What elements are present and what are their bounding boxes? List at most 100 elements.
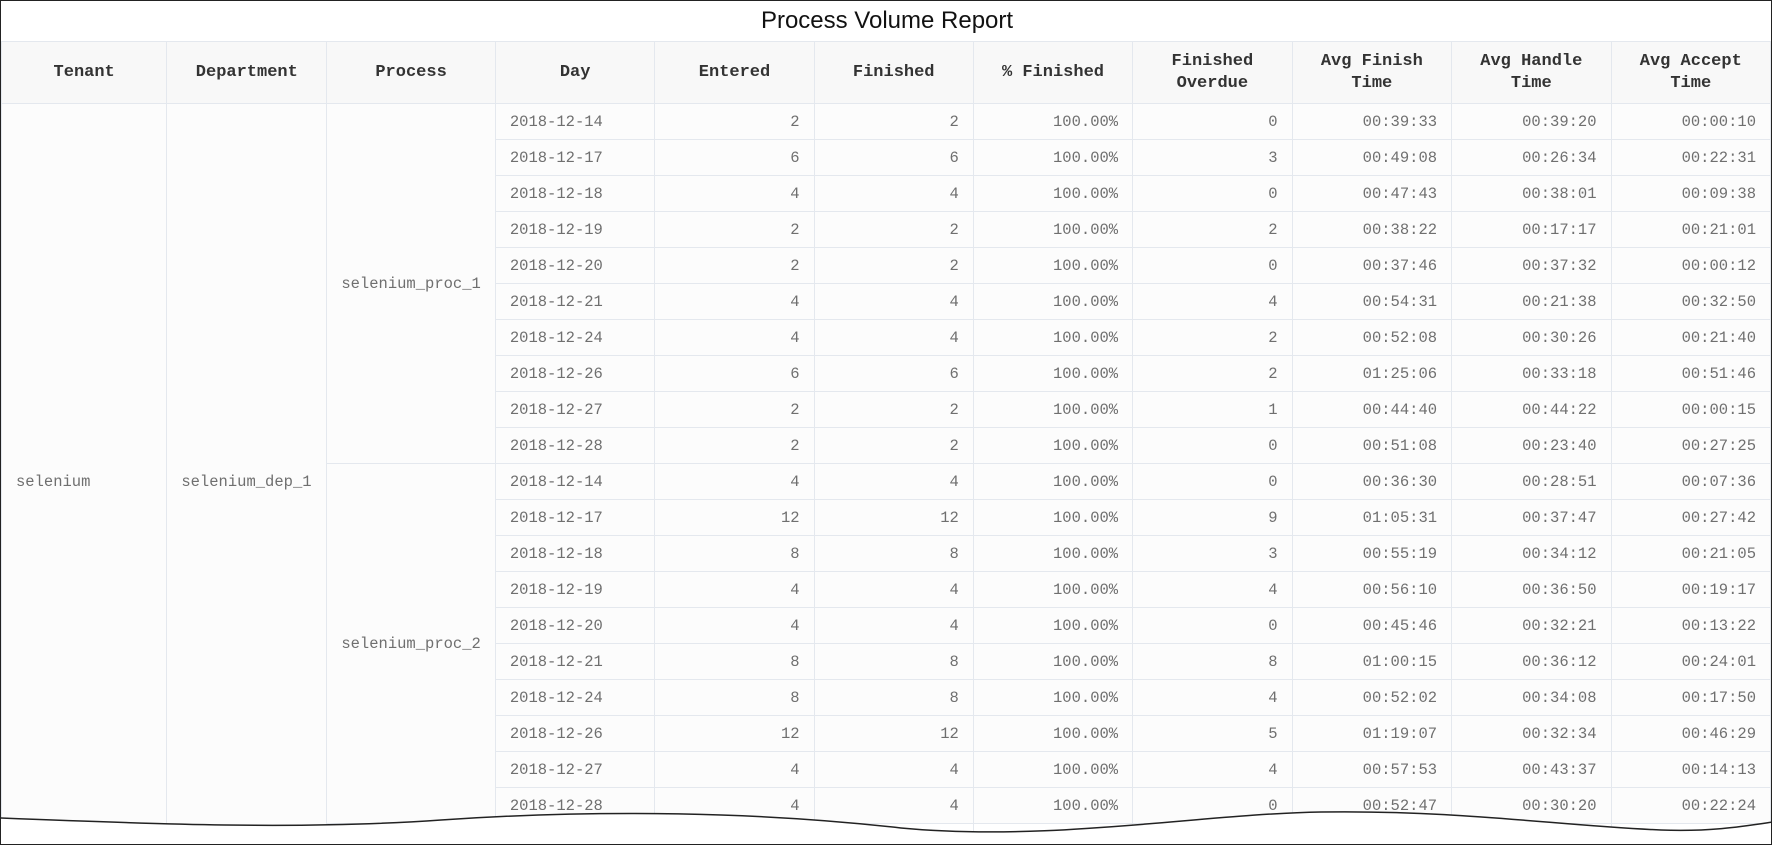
avg-handle-time-cell: 00:44:22 — [1451, 391, 1612, 428]
col-header-avg-accept-time[interactable]: Avg Accept Time — [1610, 41, 1771, 104]
pct-finished-cell: 100.00% — [972, 427, 1134, 464]
pct-finished-cell: 100.00% — [972, 175, 1134, 212]
finished-overdue-cell: 3 — [1132, 535, 1293, 572]
col-header-pct-finished[interactable]: % Finished — [972, 41, 1134, 104]
pct-finished-cell: 100.00% — [972, 463, 1134, 500]
avg-finish-time-cell: 00:49:08 — [1291, 139, 1453, 176]
day-cell: 2018-12-20 — [494, 607, 656, 644]
finished-overdue-cell: 4 — [1132, 679, 1293, 716]
avg-handle-time-cell: 00:37:32 — [1451, 247, 1612, 284]
finished-overdue-cell: 5 — [1132, 715, 1293, 752]
col-header-process[interactable]: Process — [326, 41, 496, 104]
day-cell: 2018-12-27 — [494, 391, 656, 428]
finished-cell: 4 — [813, 319, 974, 356]
avg-accept-time-cell: 00:27:25 — [1610, 427, 1771, 464]
entered-cell: 2 — [654, 391, 815, 428]
entered-cell: 4 — [654, 175, 815, 212]
avg-finish-time-cell: 01:00:15 — [1291, 643, 1453, 680]
finished-overdue-cell: 0 — [1132, 247, 1293, 284]
process-cell: selenium_proc_1 — [326, 103, 496, 464]
avg-handle-time-cell: 00:34:12 — [1451, 535, 1612, 572]
avg-handle-time-cell: 00:32:21 — [1451, 607, 1612, 644]
finished-cell: 2 — [813, 427, 974, 464]
pct-finished-cell: 100.00% — [972, 715, 1134, 752]
entered-cell: 12 — [654, 715, 815, 752]
col-header-finished[interactable]: Finished — [813, 41, 974, 104]
entered-cell: 4 — [654, 319, 815, 356]
finished-overdue-cell: 2 — [1132, 319, 1293, 356]
finished-overdue-cell: 0 — [1132, 175, 1293, 212]
entered-cell: 2 — [654, 103, 815, 140]
avg-accept-time-cell: 00:51:46 — [1610, 355, 1771, 392]
avg-accept-time-cell: 00:07:36 — [1610, 463, 1771, 500]
col-header-avg-handle-time[interactable]: Avg Handle Time — [1451, 41, 1612, 104]
finished-cell: 4 — [813, 571, 974, 608]
avg-finish-time-cell: 00:38:22 — [1291, 211, 1453, 248]
avg-finish-time-cell: 00:55:19 — [1291, 535, 1453, 572]
avg-handle-time-cell: 00:43:37 — [1451, 751, 1612, 788]
finished-overdue-cell: 4 — [1132, 571, 1293, 608]
entered-cell: 6 — [654, 355, 815, 392]
col-header-entered[interactable]: Entered — [654, 41, 815, 104]
pct-finished-cell: 100.00% — [972, 247, 1134, 284]
entered-cell: 2 — [654, 427, 815, 464]
col-header-day[interactable]: Day — [494, 41, 656, 104]
finished-overdue-cell: 4 — [1132, 283, 1293, 320]
avg-finish-time-cell: 00:36:30 — [1291, 463, 1453, 500]
entered-cell: 8 — [654, 535, 815, 572]
avg-finish-time-cell: 01:05:31 — [1291, 499, 1453, 536]
finished-cell: 2 — [813, 391, 974, 428]
avg-finish-time-cell: 00:57:53 — [1291, 751, 1453, 788]
day-cell: 2018-12-26 — [494, 355, 656, 392]
entered-cell: 8 — [654, 643, 815, 680]
day-cell: 2018-12-21 — [494, 283, 656, 320]
finished-cell: 2 — [813, 247, 974, 284]
day-cell: 2018-12-18 — [494, 175, 656, 212]
entered-cell: 4 — [654, 283, 815, 320]
finished-cell: 2 — [813, 103, 974, 140]
avg-handle-time-cell: 00:36:50 — [1451, 571, 1612, 608]
avg-finish-time-cell: 00:37:46 — [1291, 247, 1453, 284]
day-cell: 2018-12-19 — [494, 571, 656, 608]
col-header-avg-finish-time[interactable]: Avg Finish Time — [1291, 41, 1453, 104]
avg-handle-time-cell: 00:30:26 — [1451, 319, 1612, 356]
finished-overdue-cell: 0 — [1132, 607, 1293, 644]
day-cell: 2018-12-18 — [494, 535, 656, 572]
col-header-department[interactable]: Department — [166, 41, 328, 104]
pct-finished-cell: 100.00% — [972, 535, 1134, 572]
col-header-tenant[interactable]: Tenant — [1, 41, 168, 104]
finished-overdue-cell: 1 — [1132, 391, 1293, 428]
avg-finish-time-cell: 00:44:40 — [1291, 391, 1453, 428]
avg-accept-time-cell: 00:14:13 — [1610, 751, 1771, 788]
avg-accept-time-cell: 00:21:05 — [1610, 535, 1771, 572]
avg-handle-time-cell: 00:28:51 — [1451, 463, 1612, 500]
avg-accept-time-cell: 00:21:01 — [1610, 211, 1771, 248]
tenant-cell: selenium — [1, 103, 168, 844]
pct-finished-cell: 100.00% — [972, 391, 1134, 428]
pct-finished-cell: 100.00% — [972, 319, 1134, 356]
avg-finish-time-cell: 00:52:08 — [1291, 319, 1453, 356]
avg-accept-time-cell: 00:19:17 — [1610, 571, 1771, 608]
pct-finished-cell: 100.00% — [972, 139, 1134, 176]
finished-overdue-cell: 0 — [1132, 427, 1293, 464]
report-frame: Process Volume Report Tenant Department … — [0, 0, 1772, 845]
table-body: selenium selenium_dep_1 selenium_proc_1 201… — [1, 103, 1771, 844]
finished-overdue-cell: 0 — [1132, 463, 1293, 500]
finished-cell: 12 — [813, 499, 974, 536]
avg-handle-time-cell: 00:23:40 — [1451, 427, 1612, 464]
finished-overdue-cell: 2 — [1132, 211, 1293, 248]
day-cell: 2018-12-28 — [494, 427, 656, 464]
col-header-finished-overdue[interactable]: Finished Overdue — [1132, 41, 1293, 104]
entered-cell: 6 — [654, 139, 815, 176]
day-cell: 2018-12-27 — [494, 751, 656, 788]
avg-accept-time-cell: 00:22:31 — [1610, 139, 1771, 176]
department-cell: selenium_dep_1 — [166, 103, 328, 844]
finished-cell: 8 — [813, 679, 974, 716]
entered-cell: 2 — [654, 211, 815, 248]
day-cell: 2018-12-17 — [494, 499, 656, 536]
day-cell: 2018-12-14 — [494, 103, 656, 140]
pct-finished-cell: 100.00% — [972, 211, 1134, 248]
avg-accept-time-cell: 00:00:12 — [1610, 247, 1771, 284]
finished-cell: 8 — [813, 535, 974, 572]
pct-finished-cell: 100.00% — [972, 679, 1134, 716]
